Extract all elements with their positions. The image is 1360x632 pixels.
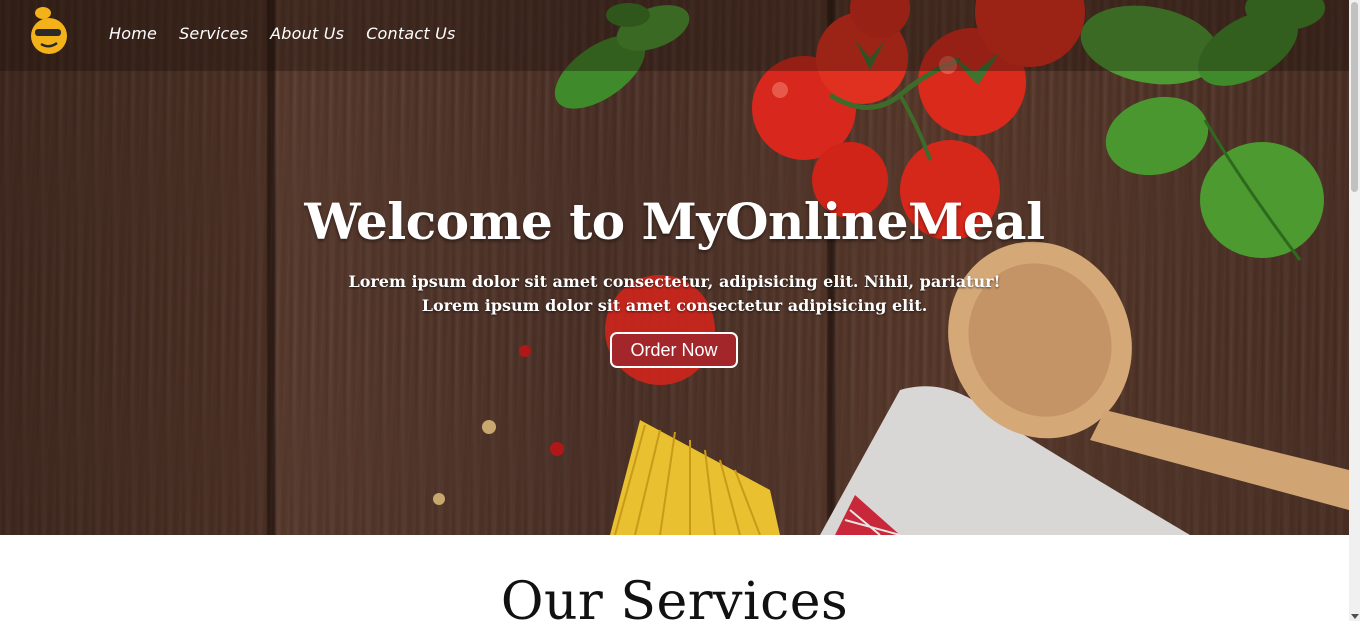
hero-subtitle: Lorem ipsum dolor sit amet consectetur, … (0, 270, 1349, 318)
scrollbar-thumb[interactable] (1351, 2, 1358, 192)
hero-banner: Home Services About Us Contact Us Welcom… (0, 0, 1349, 535)
nav-links: Home Services About Us Contact Us (109, 24, 478, 43)
hero-title: Welcome to MyOnlineMeal (304, 192, 1045, 251)
hero-subtitle-line-2: Lorem ipsum dolor sit amet consectetur a… (421, 296, 928, 315)
order-now-button[interactable]: Order Now (610, 332, 738, 368)
nav-item-contact-us[interactable]: Contact Us (366, 24, 455, 43)
nav-item-services[interactable]: Services (179, 24, 248, 43)
hero-subtitle-line-1: Lorem ipsum dolor sit amet consectetur, … (348, 272, 1001, 291)
spaghetti (610, 420, 780, 535)
navbar: Home Services About Us Contact Us (0, 0, 1349, 71)
scroll-down-arrow-icon[interactable] (1351, 614, 1359, 619)
nav-item-about-us[interactable]: About Us (270, 24, 344, 43)
services-heading: Our Services (500, 572, 849, 632)
nav-item-home[interactable]: Home (109, 24, 157, 43)
chef-emoji-logo-icon[interactable] (27, 6, 73, 58)
food-decoration (433, 0, 1349, 535)
page-scrollbar[interactable] (1349, 0, 1360, 621)
